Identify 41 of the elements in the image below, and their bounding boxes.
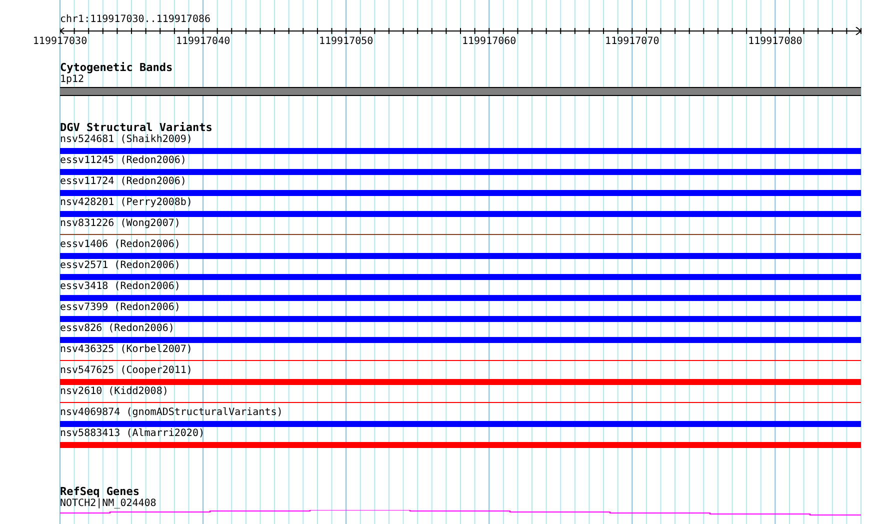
feature-label[interactable]: nsv547625 (Cooper2011): [60, 365, 192, 377]
variant-bar[interactable]: [60, 210, 861, 216]
variant-bar[interactable]: [60, 336, 861, 342]
variant-bar[interactable]: [60, 168, 861, 174]
variant-bar[interactable]: [60, 190, 861, 196]
ruler-label: 119917070: [605, 36, 660, 48]
feature-label[interactable]: essv826 (Redon2006): [60, 323, 174, 335]
feature-label[interactable]: nsv831226 (Wong2007): [60, 218, 180, 230]
variant-bar[interactable]: [60, 378, 861, 384]
location-label: chr1:119917030..119917086: [60, 14, 212, 26]
feature-label[interactable]: essv3418 (Redon2006): [60, 281, 180, 293]
feature-label[interactable]: essv11724 (Redon2006): [60, 176, 186, 188]
track-title: Cytogenetic Bands: [60, 61, 174, 74]
variant-bar[interactable]: [60, 420, 861, 426]
variant-bar[interactable]: [60, 274, 861, 280]
feature-label[interactable]: 1p12: [60, 74, 84, 86]
ruler-label: 119917040: [176, 36, 230, 48]
feature-label[interactable]: essv2571 (Redon2006): [60, 260, 180, 272]
feature-label[interactable]: nsv524681 (Shaikh2009): [60, 134, 192, 146]
variant-bar[interactable]: [60, 252, 861, 258]
variant-bar[interactable]: [60, 442, 861, 448]
feature-label[interactable]: essv11245 (Redon2006): [60, 155, 186, 167]
ruler-label: 119917030: [32, 36, 88, 48]
ruler-label: 119917080: [748, 36, 802, 48]
feature-label[interactable]: essv1406 (Redon2006): [60, 239, 180, 251]
feature-label[interactable]: nsv5883413 (Almarri2020): [60, 428, 204, 440]
feature-label[interactable]: essv7399 (Redon2006): [60, 302, 180, 314]
variant-bar[interactable]: [60, 294, 861, 300]
feature-label[interactable]: nsv4069874 (gnomADStructuralVariants): [60, 407, 283, 419]
ruler-label: 119917050: [318, 36, 374, 48]
track-title: DGV Structural Variants: [60, 121, 214, 134]
feature-label[interactable]: nsv2610 (Kidd2008): [60, 386, 168, 398]
variant-bar[interactable]: [60, 316, 861, 322]
cytoband-bar[interactable]: [60, 87, 861, 96]
gene-drawing[interactable]: [60, 510, 861, 516]
feature-label[interactable]: NOTCH2|NM_024408: [60, 498, 156, 510]
track-title: RefSeq Genes: [60, 485, 140, 498]
ruler-label: 119917060: [462, 36, 516, 48]
feature-label[interactable]: nsv428201 (Perry2008b): [60, 197, 192, 209]
feature-label[interactable]: nsv436325 (Korbel2007): [60, 344, 192, 356]
variant-bar[interactable]: [60, 148, 861, 154]
